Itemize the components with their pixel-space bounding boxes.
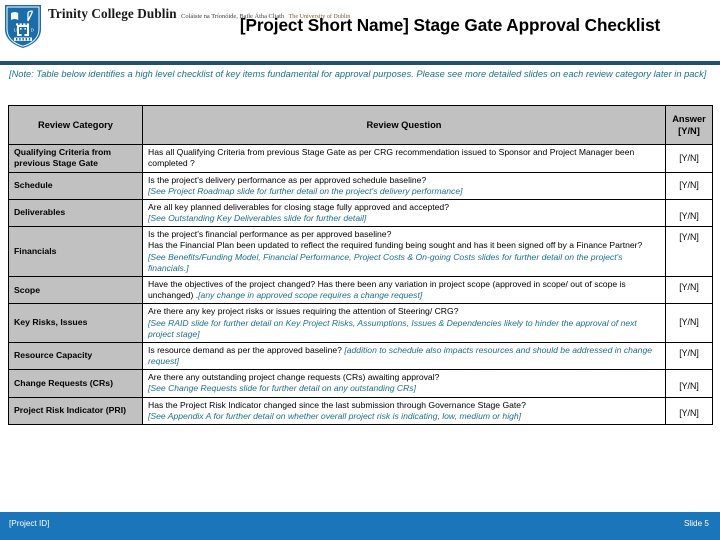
table-row: Financials Is the project's financial pe… <box>8 226 713 277</box>
review-category-cell: Schedule <box>8 171 143 200</box>
column-header-review-category: Review Category <box>8 105 143 145</box>
answer-header-line1: Answer <box>672 113 706 124</box>
table-row: Qualifying Criteria from previous Stage … <box>8 144 713 173</box>
review-category-cell: Resource Capacity <box>8 341 143 371</box>
slide-footer: [Project ID] Slide 5 <box>0 512 720 540</box>
footer-project-id: [Project ID] <box>9 519 50 528</box>
slide-header: U D Trinity College Dublin Coláiste na T… <box>0 0 720 65</box>
question-text: Are there any key project risks or issue… <box>148 306 459 317</box>
note-text: [Note: Table below identifies a high lev… <box>9 69 707 79</box>
answer-cell[interactable]: [Y/N] <box>665 396 713 425</box>
table-row: Scope Have the objectives of the project… <box>8 275 713 305</box>
question-note: [See Project Roadmap slide for further d… <box>148 185 463 196</box>
table-row: Project Risk Indicator (PRI) Has the Pro… <box>8 396 713 425</box>
table-row: Resource Capacity Is resource demand as … <box>8 341 713 371</box>
review-question-cell: Is resource demand as per the approved b… <box>142 341 666 371</box>
answer-header-line2: [Y/N] <box>678 126 700 136</box>
question-text: Has the Project Risk Indicator changed s… <box>148 399 526 410</box>
answer-cell[interactable]: [Y/N] <box>665 369 713 398</box>
review-category-cell: Project Risk Indicator (PRI) <box>8 396 143 425</box>
stage-gate-checklist-table: Review Category Review Question Answer [… <box>8 105 713 425</box>
review-category-cell: Deliverables <box>8 198 143 228</box>
tcd-logo-name: Trinity College Dublin <box>48 6 177 21</box>
table-row: Deliverables Are all key planned deliver… <box>8 198 713 228</box>
answer-cell[interactable]: [Y/N] <box>665 198 713 228</box>
review-question-cell: Is the project's delivery performance as… <box>142 171 666 200</box>
question-note: [See Benefits/Funding Model, Financial P… <box>148 251 623 273</box>
review-category-cell: Financials <box>8 226 143 277</box>
question-text-2: Has the Financial Plan been updated to r… <box>148 240 643 251</box>
question-note: [any change in approved scope requires a… <box>198 290 423 301</box>
review-question-cell: Are there any key project risks or issue… <box>142 303 666 343</box>
column-header-review-question: Review Question <box>142 105 666 145</box>
review-question-cell: Is the project's financial performance a… <box>142 226 666 277</box>
review-question-cell: Are all key planned deliverables for clo… <box>142 198 666 228</box>
answer-cell[interactable]: [Y/N] <box>665 303 713 343</box>
question-text: Are all key planned deliverables for clo… <box>148 201 449 212</box>
review-category-cell: Scope <box>8 275 143 305</box>
question-text: Is the project's delivery performance as… <box>148 174 427 185</box>
page-title: [Project Short Name] Stage Gate Approval… <box>239 15 661 35</box>
question-text: Has all Qualifying Criteria from previou… <box>148 147 635 169</box>
question-note: [See RAID slide for further detail on Ke… <box>148 317 637 339</box>
review-category-cell: Change Requests (CRs) <box>8 369 143 398</box>
question-text: Are there any outstanding project change… <box>148 372 440 383</box>
review-question-cell: Have the objectives of the project chang… <box>142 275 666 305</box>
table-row: Change Requests (CRs) Are there any outs… <box>8 369 713 398</box>
column-header-answer: Answer [Y/N] <box>665 105 713 145</box>
answer-cell[interactable]: [Y/N] <box>665 341 713 371</box>
review-category-cell: Qualifying Criteria from previous Stage … <box>8 144 143 173</box>
table-row: Schedule Is the project's delivery perfo… <box>8 171 713 200</box>
footer-slide-number: Slide 5 <box>683 519 709 528</box>
table-header-row: Review Category Review Question Answer [… <box>8 105 713 145</box>
table-row: Key Risks, Issues Are there any key proj… <box>8 303 713 343</box>
review-category-cell: Key Risks, Issues <box>8 303 143 343</box>
answer-cell[interactable]: [Y/N] <box>665 226 713 277</box>
question-note: [See Change Requests slide for further d… <box>148 383 416 394</box>
title-divider <box>0 61 720 65</box>
review-question-cell: Has the Project Risk Indicator changed s… <box>142 396 666 425</box>
answer-cell[interactable]: [Y/N] <box>665 171 713 200</box>
question-note: [See Appendix A for further detail on wh… <box>148 410 522 421</box>
answer-cell[interactable]: [Y/N] <box>665 275 713 305</box>
question-text: Is resource demand as per the approved b… <box>148 344 345 355</box>
question-text: Is the project's financial performance a… <box>148 229 392 240</box>
tcd-shield-crest-icon: U D <box>3 3 43 49</box>
answer-cell[interactable]: [Y/N] <box>665 144 713 173</box>
review-question-cell: Are there any outstanding project change… <box>142 369 666 398</box>
review-question-cell: Has all Qualifying Criteria from previou… <box>142 144 666 173</box>
question-note: [See Outstanding Key Deliverables slide … <box>148 213 367 224</box>
